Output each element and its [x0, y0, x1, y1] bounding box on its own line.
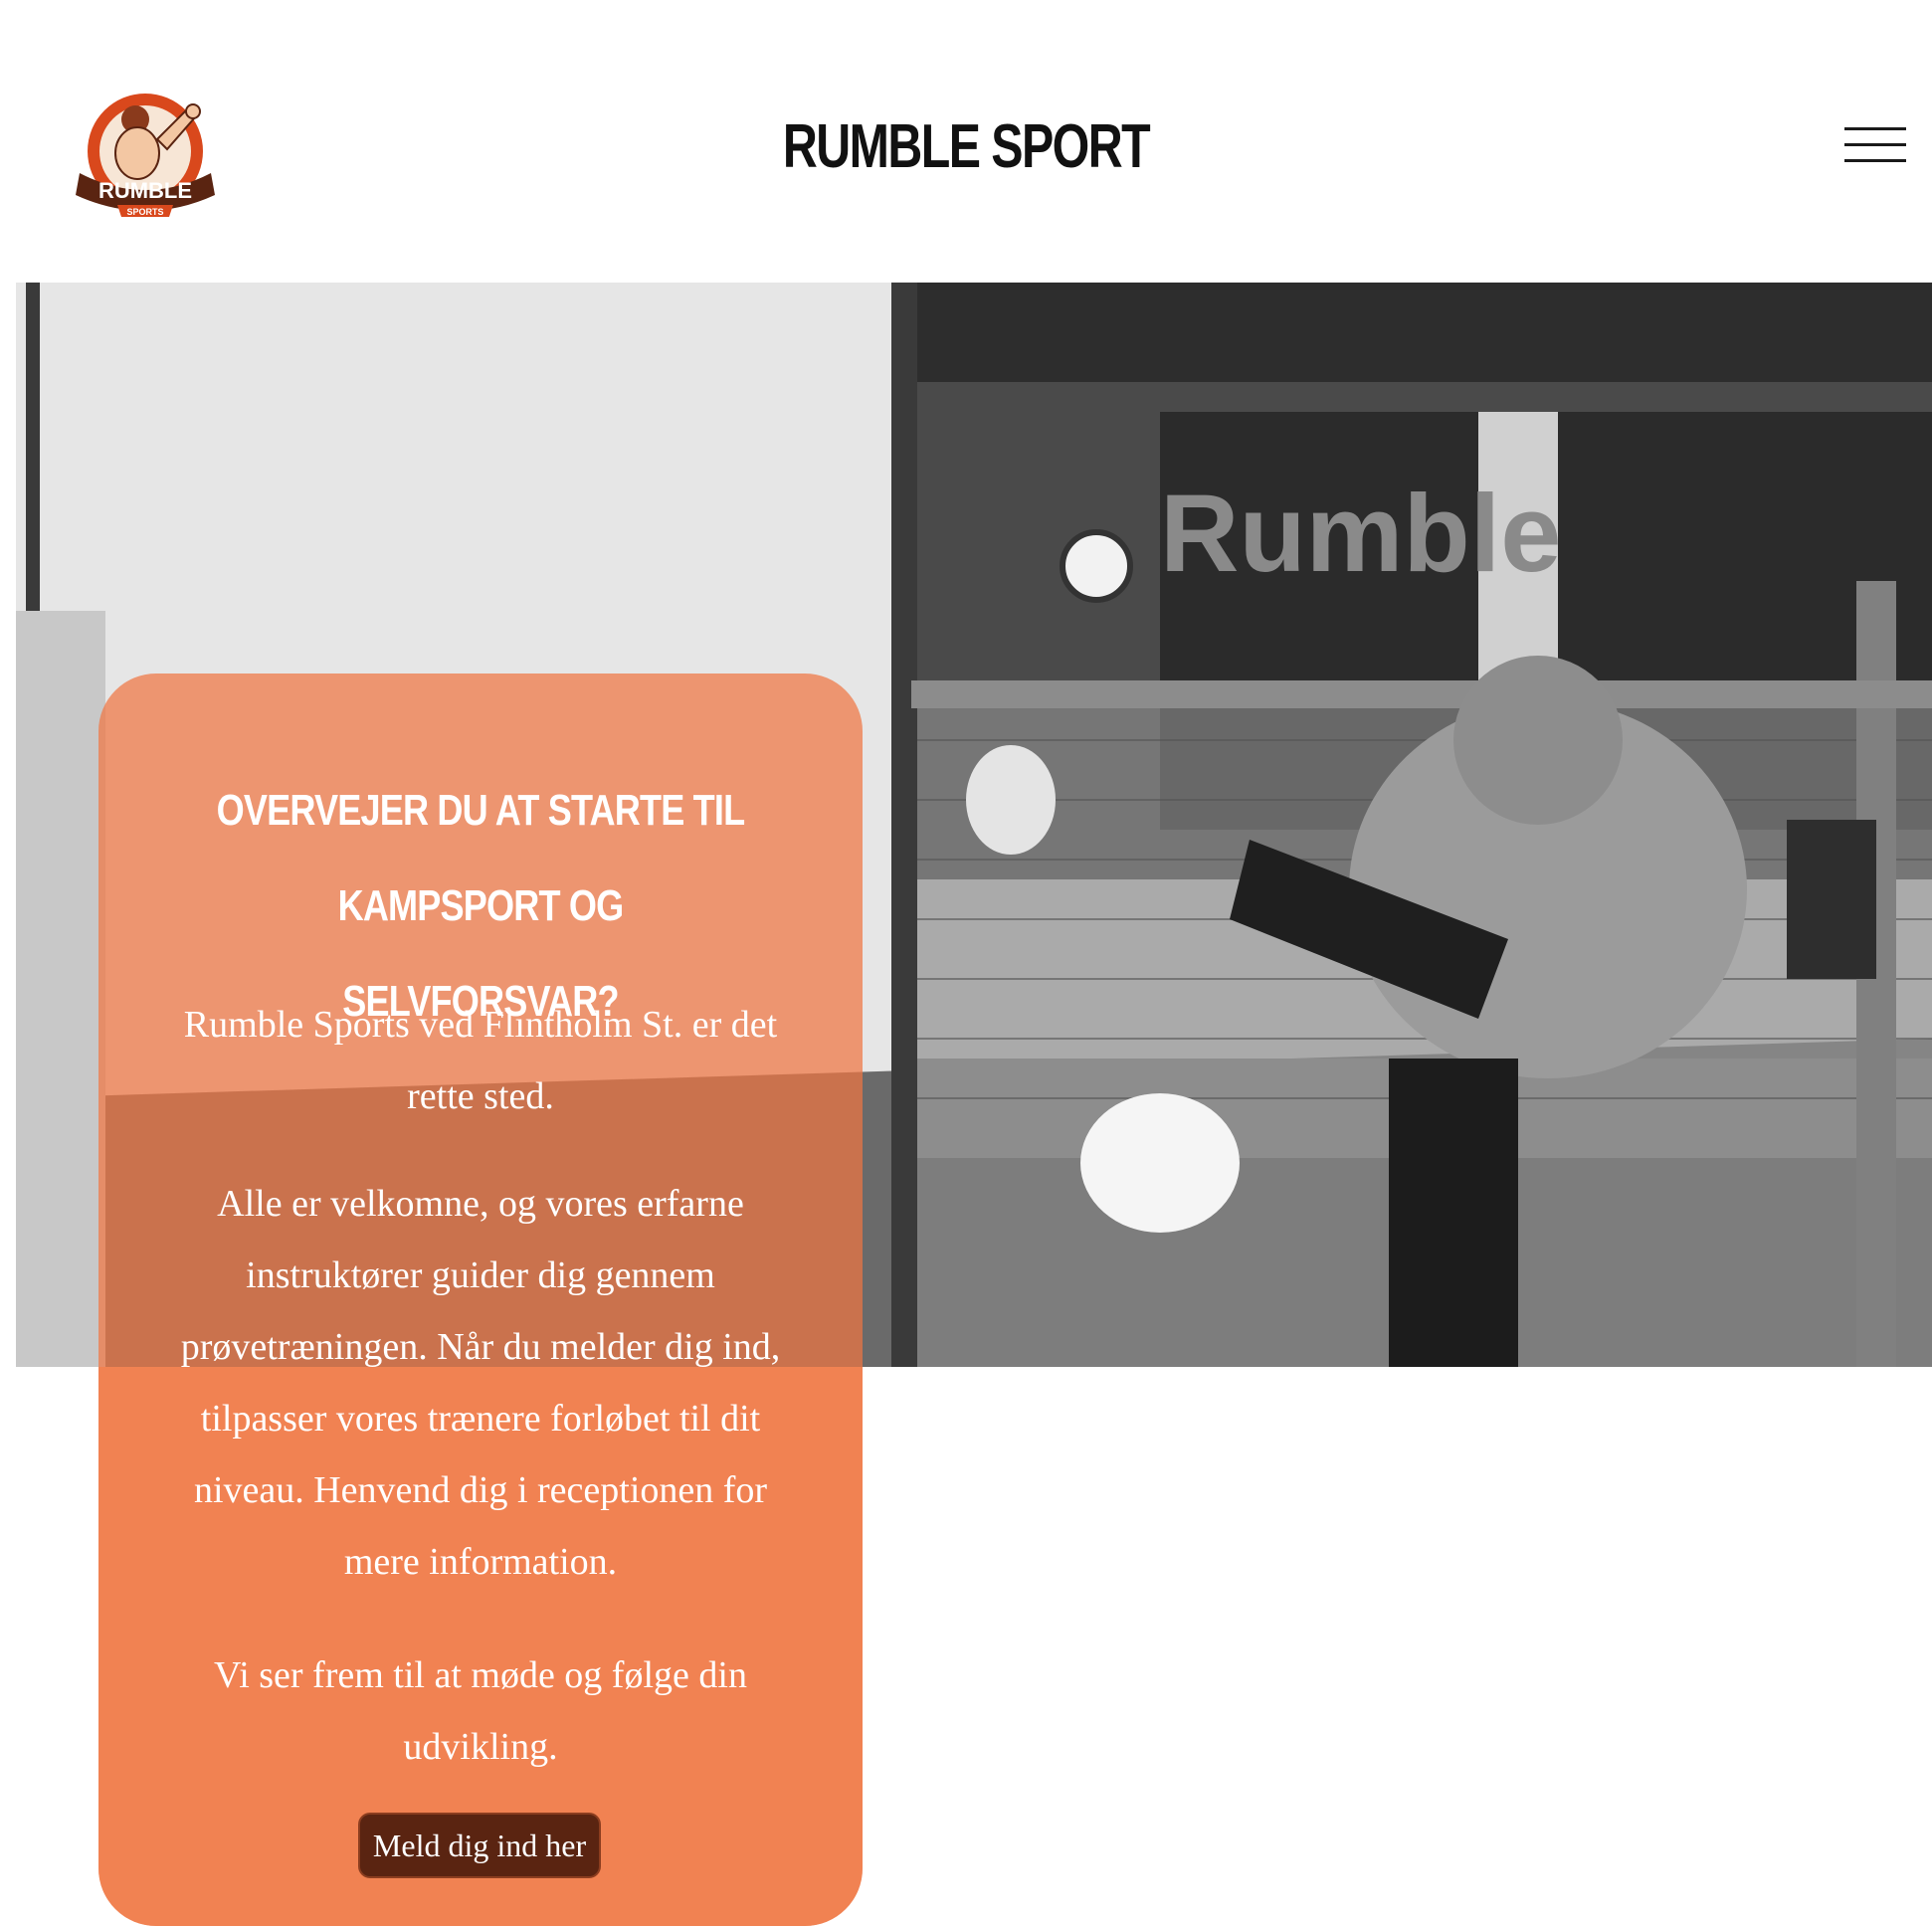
logo-sub-text: SPORTS [126, 207, 163, 217]
site-header: RUMBLE SPORTS RUMBLE SPORT [0, 0, 1932, 283]
menu-bar [1844, 143, 1906, 146]
wall-lettering: Rumble [1160, 473, 1561, 595]
card-paragraph-closing: Vi ser frem til at møde og følge din udv… [214, 1654, 747, 1768]
info-card: OVERVEJER DU AT STARTE TIL KAMPSPORT OG … [98, 674, 863, 1926]
site-title[interactable]: RUMBLE SPORT [731, 111, 1201, 182]
card-paragraph-intro: Rumble Sports ved Flintholm St. er det r… [183, 1004, 778, 1117]
menu-bar [1844, 127, 1906, 130]
site-title-text: RUMBLE SPORT [782, 112, 1151, 181]
hamburger-menu-icon[interactable] [1844, 125, 1906, 165]
rumble-sports-logo[interactable]: RUMBLE SPORTS [66, 82, 225, 219]
logo-banner-text: RUMBLE [98, 178, 192, 203]
logo-graphic: RUMBLE SPORTS [76, 94, 215, 217]
menu-bar [1844, 159, 1906, 162]
signup-button[interactable]: Meld dig ind her [358, 1813, 601, 1878]
card-paragraph-details: Alle er velkomne, og vores erfarne instr… [180, 1183, 781, 1583]
